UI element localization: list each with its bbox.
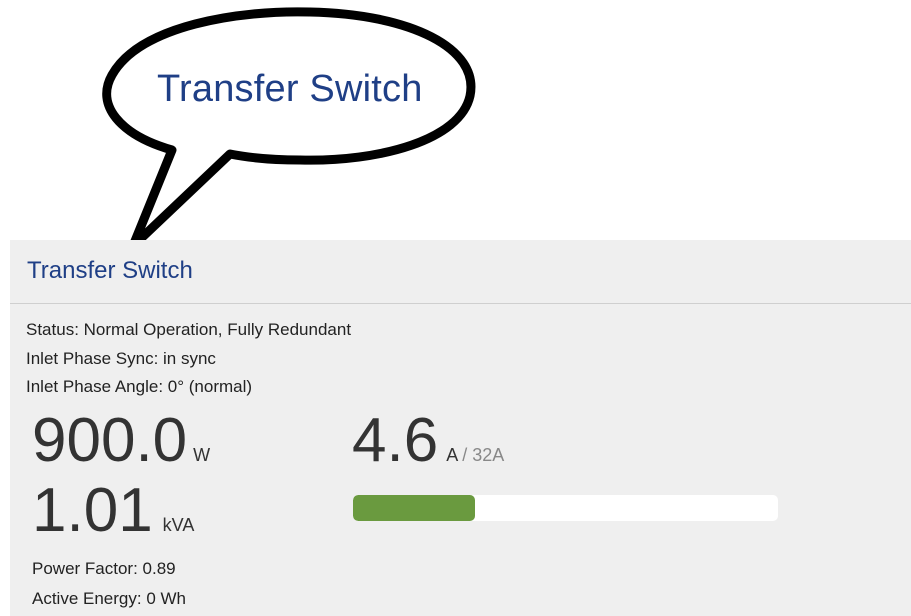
panel-header: Transfer Switch [10, 240, 911, 304]
status-info: Status: Normal Operation, Fully Redundan… [26, 316, 351, 402]
current-progress-fill [353, 495, 475, 521]
active-power-readout: 900.0 W [32, 410, 210, 472]
phase-angle-text: Inlet Phase Angle: 0° (normal) [26, 377, 253, 396]
callout-bubble [102, 7, 476, 251]
current-max: / 32A [462, 445, 505, 465]
active-power-value: 900.0 [32, 406, 188, 475]
active-energy-text: Active Energy: 0 Wh [32, 589, 187, 608]
apparent-power-value: 1.01 [32, 476, 153, 545]
apparent-power-unit: kVA [162, 515, 195, 535]
current-value: 4.6 [352, 406, 439, 475]
energy-info: Power Factor: 0.89 Active Energy: 0 Wh [32, 554, 186, 614]
status-text: Status: Normal Operation, Fully Redundan… [26, 320, 352, 339]
apparent-power-readout: 1.01 kVA [32, 480, 194, 542]
callout-label: Transfer Switch [157, 68, 423, 110]
current-progress-bar [353, 495, 778, 521]
callout-outline [102, 7, 476, 251]
current-unit: A [446, 445, 459, 465]
power-factor-text: Power Factor: 0.89 [32, 559, 176, 578]
panel-title[interactable]: Transfer Switch [27, 257, 193, 285]
active-power-unit: W [193, 445, 211, 465]
phase-sync-text: Inlet Phase Sync: in sync [26, 348, 216, 368]
current-readout: 4.6 A/ 32A [352, 410, 504, 472]
transfer-switch-panel: Transfer Switch Status: Normal Operation… [10, 240, 911, 616]
screenshot-root: Transfer Switch Transfer Switch Status: … [0, 0, 911, 616]
